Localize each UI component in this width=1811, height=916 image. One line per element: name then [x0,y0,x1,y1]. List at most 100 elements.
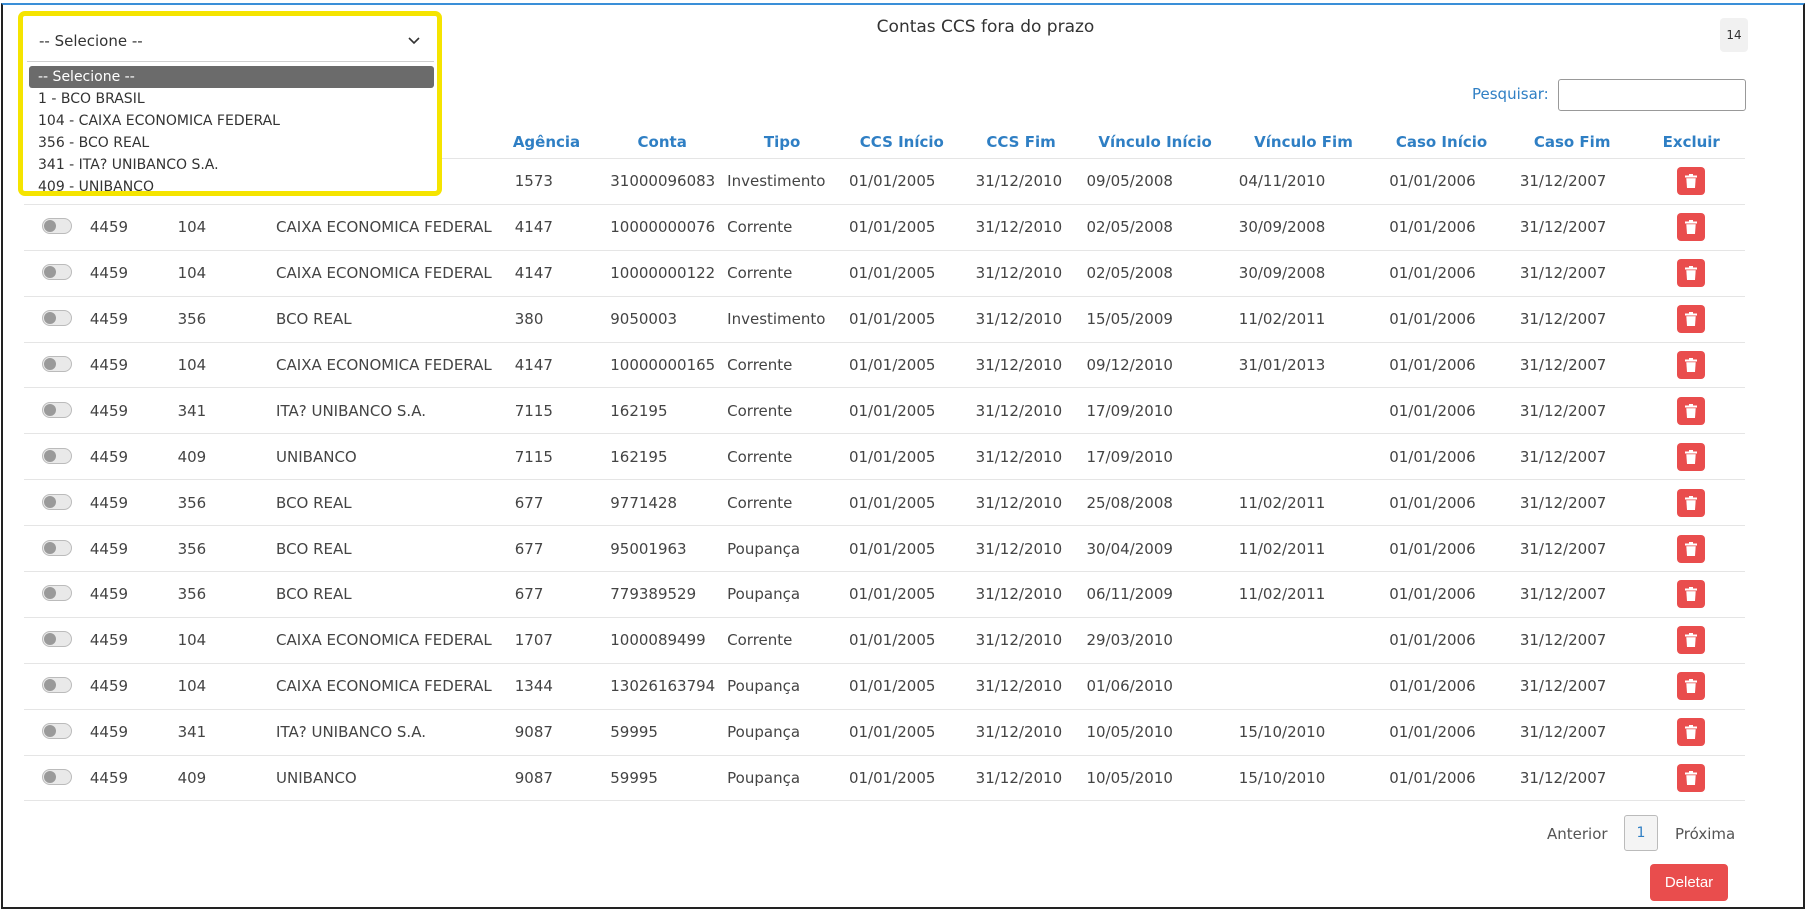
cell-vinculo-fim [1230,387,1377,435]
cell-vinculo-fim: 11/02/2011 [1230,571,1377,618]
row-toggle[interactable] [42,310,72,327]
delete-cell [1637,342,1745,389]
delete-row-button[interactable] [1677,442,1706,471]
cell-caso-inicio: 01/01/2006 [1376,617,1507,664]
cell-banco: 356 [151,525,253,573]
bank-option[interactable]: 409 - UNIBANCO [29,176,434,198]
cell-vinculo-fim: 30/09/2008 [1230,250,1377,297]
row-toggle[interactable] [42,447,72,464]
cell-agencia: 1573 [491,158,602,205]
delete-row-button[interactable] [1677,626,1706,655]
column-header[interactable]: Caso Início [1376,126,1507,159]
cell-agencia: 4147 [491,204,602,251]
column-header[interactable]: Agência [491,126,602,159]
delete-row-button[interactable] [1677,580,1706,609]
bank-option[interactable]: 341 - ITA? UNIBANCO S.A. [29,154,434,176]
bank-option[interactable]: 356 - BCO REAL [29,132,434,154]
pagination-next[interactable]: Próxima [1675,825,1735,843]
cell-vinculo-inicio: 02/05/2008 [1079,250,1231,297]
delete-row-button[interactable] [1677,718,1706,747]
cell-caso-inicio: 01/01/2006 [1376,250,1507,297]
cell-conta: 162195 [601,433,724,481]
column-header[interactable]: CCS Início [840,126,963,159]
delete-row-button[interactable] [1677,672,1706,701]
row-toggle[interactable] [42,356,72,372]
cell-ccs-fim: 31/12/2010 [962,433,1080,481]
cell-bank-name: BCO REAL [252,525,492,573]
delete-row-button[interactable] [1677,351,1706,379]
trash-icon [1685,403,1698,418]
delete-row-button[interactable] [1677,213,1706,242]
column-header[interactable]: Vínculo Fim [1230,126,1377,159]
delete-row-button[interactable] [1677,764,1706,793]
column-header[interactable]: Caso Fim [1506,126,1638,159]
cell-agencia: 1707 [491,617,602,664]
delete-button[interactable]: Deletar [1650,864,1728,901]
cell-vinculo-fim [1230,663,1377,710]
row-toggle[interactable] [42,401,72,418]
cell-agencia: 4147 [491,250,602,297]
cell-caso-inicio: 01/01/2006 [1376,571,1507,618]
bank-option[interactable]: -- Selecione -- [29,66,434,88]
count-badge: 14 [1720,18,1748,52]
cell-conta: 9050003 [601,296,724,343]
column-header[interactable]: Tipo [723,126,841,159]
table-body: 1573 31000096083 Investimento 01/01/2005 31/… [24,158,1745,802]
trash-icon [1685,358,1698,372]
row-toggle[interactable] [42,677,72,694]
cell-ccs-inicio: 01/01/2005 [840,617,963,664]
row-toggle[interactable] [42,218,72,235]
bank-option[interactable]: 1 - BCO BRASIL [29,88,434,110]
cell-banco: 409 [151,755,253,802]
cell-caso-inicio: 01/01/2006 [1376,158,1507,205]
trash-icon [1685,266,1698,281]
row-toggle[interactable] [42,631,72,648]
delete-row-button[interactable] [1677,305,1706,334]
bank-options-list: -- Selecione -- 1 - BCO BRASIL 104 - CAIXA… [29,66,434,198]
cell-caso-inicio: 01/01/2006 [1376,296,1507,343]
delete-row-button[interactable] [1677,167,1706,196]
row-toggle-cell [24,571,84,618]
cell-vinculo-fim: 04/11/2010 [1230,158,1377,205]
cell-ccs-fim: 31/12/2010 [962,571,1080,618]
delete-cell [1637,158,1745,205]
delete-row-button[interactable] [1677,488,1706,517]
row-toggle[interactable] [42,493,72,510]
cell-vinculo-fim: 31/01/2013 [1230,342,1377,389]
row-toggle[interactable] [42,264,72,281]
delete-row-button[interactable] [1677,534,1706,563]
cell-caso-inicio: 01/01/2006 [1376,709,1507,756]
column-header[interactable]: CCS Fim [962,126,1080,159]
bank-select[interactable]: -- Selecione -- [27,20,434,62]
bank-option[interactable]: 104 - CAIXA ECONOMICA FEDERAL [29,110,434,132]
column-header[interactable]: Conta [601,126,724,159]
cell-vinculo-inicio: 15/05/2009 [1079,296,1231,343]
column-header[interactable]: Vínculo Início [1079,126,1231,159]
pagination-page[interactable]: 1 [1624,815,1658,851]
cell-conta: 10000000165 [601,342,724,389]
cell-banco: 104 [151,342,253,389]
cell-caso-fim: 31/12/2007 [1506,663,1638,710]
cell-conta: 10000000122 [601,250,724,297]
cell-banco: 104 [151,204,253,251]
cell-banco: 341 [151,709,253,756]
trash-icon [1685,679,1698,694]
row-toggle[interactable] [42,539,72,556]
cell-ccs-fim: 31/12/2010 [962,709,1080,756]
cell-tipo: Investimento [723,296,841,343]
cell-caso: 4459 [83,525,152,573]
cell-banco: 104 [151,663,253,710]
cell-caso-fim: 31/12/2007 [1506,479,1638,527]
delete-row-button[interactable] [1677,396,1706,425]
table-row: 4459 104 CAIXA ECONOMICA FEDERAL 1707 100008… [24,617,1745,664]
row-toggle[interactable] [42,769,72,786]
cell-agencia: 9087 [491,709,602,756]
search-input[interactable] [1558,79,1746,111]
row-toggle[interactable] [42,585,72,602]
delete-row-button[interactable] [1677,259,1706,288]
row-toggle[interactable] [42,723,72,740]
table-row: 4459 104 CAIXA ECONOMICA FEDERAL 4147 100000… [24,342,1745,389]
pagination-prev[interactable]: Anterior [1547,825,1608,843]
cell-conta: 13026163794 [601,663,724,710]
column-header[interactable]: Excluir [1637,126,1745,159]
